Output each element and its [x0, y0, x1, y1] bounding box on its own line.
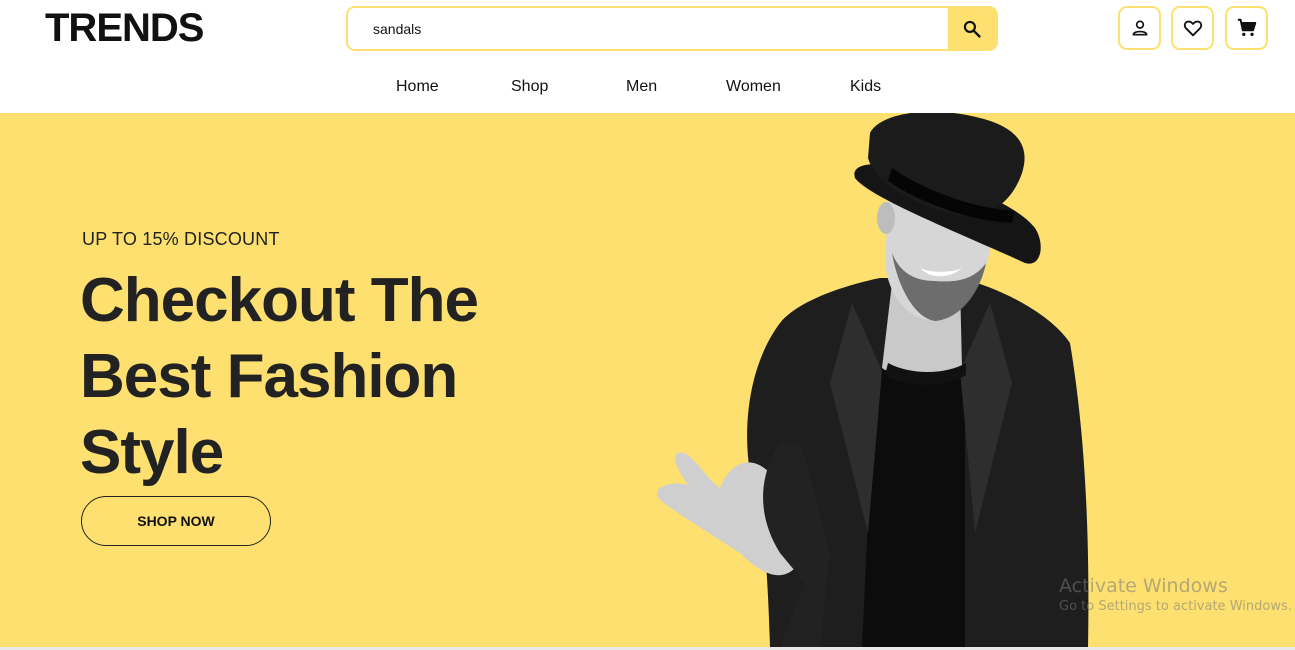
nav-item-shop[interactable]: Shop [511, 78, 548, 96]
heart-icon [1183, 20, 1202, 37]
search-bar [346, 6, 998, 51]
hero-headline: Checkout The Best Fashion Style [80, 263, 600, 491]
wishlist-button[interactable] [1171, 6, 1214, 50]
search-icon [963, 20, 981, 38]
hero-banner: UP TO 15% DISCOUNT Checkout The Best Fas… [0, 113, 1295, 647]
activate-windows-watermark: Activate Windows Go to Settings to activ… [1059, 575, 1292, 614]
search-input[interactable] [348, 8, 948, 49]
user-icon [1132, 20, 1147, 36]
search-button[interactable] [948, 8, 996, 49]
nav-item-men[interactable]: Men [626, 78, 657, 96]
headline-line: Best Fashion [80, 342, 458, 411]
account-button[interactable] [1118, 6, 1161, 50]
nav-item-women[interactable]: Women [726, 78, 781, 96]
nav-item-home[interactable]: Home [396, 78, 439, 96]
discount-text: UP TO 15% DISCOUNT [82, 229, 280, 249]
headline-line: Style [80, 418, 224, 487]
headline-line: Checkout The [80, 266, 479, 335]
brand-logo[interactable]: TRENDS [45, 6, 204, 51]
site-header: TRENDS sandals Home Shop Men Women Kids [0, 0, 1295, 113]
main-nav: Home Shop Men Women Kids [0, 78, 1295, 98]
watermark-subtitle: Go to Settings to activate Windows. [1059, 599, 1292, 614]
cart-button[interactable] [1225, 6, 1268, 50]
page: TRENDS sandals Home Shop Men Women Kids … [0, 0, 1295, 650]
cart-icon [1237, 18, 1256, 37]
shop-now-button[interactable]: SHOP NOW [81, 496, 271, 546]
model-photo [657, 113, 1089, 647]
nav-item-kids[interactable]: Kids [850, 78, 881, 96]
watermark-title: Activate Windows [1059, 575, 1228, 597]
